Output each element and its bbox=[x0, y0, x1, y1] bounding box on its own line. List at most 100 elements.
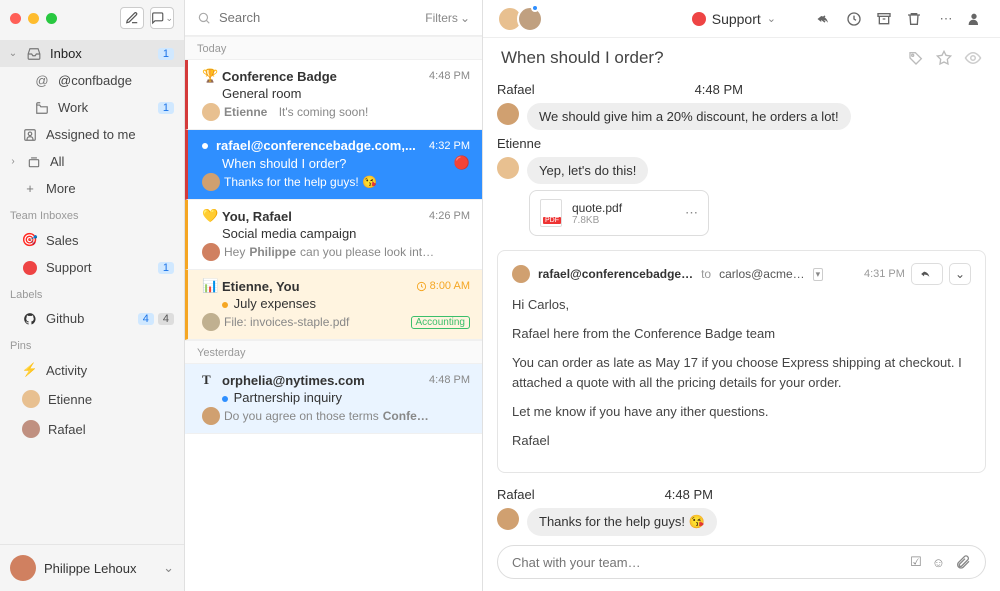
sidebar-item-etienne[interactable]: Etienne bbox=[0, 384, 184, 414]
conv-time: 4:26 PM bbox=[429, 210, 470, 222]
conv-preview: Etienne It's coming soon! bbox=[202, 103, 470, 121]
sidebar-item-work[interactable]: Work 1 bbox=[0, 94, 184, 121]
message: Rafael4:48 PM Thanks for the help guys! … bbox=[497, 487, 986, 536]
mention-icon: @ bbox=[34, 73, 50, 88]
assign-icon[interactable] bbox=[966, 11, 986, 27]
more-icon[interactable]: ⋯ bbox=[936, 11, 956, 27]
attach-icon[interactable] bbox=[955, 554, 971, 570]
avatar bbox=[202, 173, 220, 191]
conversation-item[interactable]: Torphelia@nytimes.com 4:48 PM Partnership… bbox=[185, 364, 482, 434]
expand-recipients-icon[interactable]: ▾ bbox=[813, 268, 824, 281]
sidebar-label: @confbadge bbox=[58, 73, 132, 88]
window-titlebar: ⌄ bbox=[0, 0, 184, 36]
conv-from: rafael@conferencebadge.com,... bbox=[216, 138, 423, 153]
zoom-dot[interactable] bbox=[46, 13, 57, 24]
msg-time: 4:48 PM bbox=[665, 487, 713, 502]
avatar bbox=[497, 103, 519, 125]
msg-author: Rafael bbox=[497, 82, 535, 97]
attach-name: quote.pdf bbox=[572, 201, 675, 215]
inbox-selector[interactable]: Support⌄ bbox=[692, 11, 776, 27]
watch-icon[interactable] bbox=[964, 49, 982, 67]
sidebar-item-all[interactable]: › All bbox=[0, 148, 184, 175]
reply-more-button[interactable]: ⌄ bbox=[949, 263, 971, 285]
attach-more-icon[interactable]: ⋯ bbox=[685, 205, 698, 221]
new-chat-button[interactable]: ⌄ bbox=[150, 7, 174, 29]
email-to-label: to bbox=[701, 267, 711, 281]
conversation-item[interactable]: 📊Etienne, You8:00 AM July expenses File:… bbox=[185, 270, 482, 340]
folder-icon bbox=[34, 101, 50, 115]
sidebar-item-rafael[interactable]: Rafael bbox=[0, 414, 184, 444]
sidebar-item-inbox[interactable]: ⌄ Inbox 1 bbox=[0, 40, 184, 67]
conversation-item[interactable]: 🏆Conference Badge4:48 PM General room Et… bbox=[185, 60, 482, 130]
conv-subject: July expenses bbox=[222, 296, 470, 311]
email-header: rafael@conferencebadge… to carlos@acme… … bbox=[512, 263, 971, 285]
archive-icon[interactable] bbox=[876, 11, 896, 27]
conv-subject: Partnership inquiry bbox=[222, 390, 470, 405]
bolt-icon: ⚡ bbox=[22, 362, 38, 378]
conversation-list: Filters ⌄ Today 🏆Conference Badge4:48 PM… bbox=[185, 0, 483, 591]
search-icon bbox=[197, 11, 211, 25]
reply-all-icon[interactable] bbox=[816, 10, 836, 28]
star-icon[interactable] bbox=[936, 50, 952, 66]
helmet-icon bbox=[692, 12, 706, 26]
plus-icon: + bbox=[22, 181, 38, 196]
filters-dropdown[interactable]: Filters ⌄ bbox=[425, 11, 470, 25]
minimize-dot[interactable] bbox=[28, 13, 39, 24]
msg-bubble: We should give him a 20% discount, he or… bbox=[527, 103, 851, 130]
compose-button[interactable] bbox=[120, 7, 144, 29]
current-user[interactable]: Philippe Lehoux ⌄ bbox=[0, 544, 184, 591]
sidebar: ⌄ ⌄ Inbox 1 @ @confbadge Work 1 Assigned… bbox=[0, 0, 185, 591]
pane-toolbar: Support⌄ ⋯ bbox=[483, 0, 1000, 38]
msg-bubble: Yep, let's do this! bbox=[527, 157, 648, 184]
reply-button[interactable] bbox=[911, 263, 943, 285]
search-bar[interactable]: Filters ⌄ bbox=[185, 0, 482, 36]
stack-icon bbox=[26, 155, 42, 169]
sidebar-item-activity[interactable]: ⚡ Activity bbox=[0, 356, 184, 384]
sidebar-item-sales[interactable]: 🎯 Sales bbox=[0, 226, 184, 254]
conv-time: 4:32 PM bbox=[429, 140, 470, 152]
window-controls[interactable] bbox=[10, 13, 57, 24]
chart-icon: 📊 bbox=[202, 278, 216, 294]
search-input[interactable] bbox=[219, 10, 417, 25]
composer-input[interactable] bbox=[512, 555, 900, 570]
conversation-item[interactable]: 💛You, Rafael4:26 PM Social media campaig… bbox=[185, 200, 482, 270]
close-dot[interactable] bbox=[10, 13, 21, 24]
sidebar-nav: ⌄ Inbox 1 @ @confbadge Work 1 Assigned t… bbox=[0, 36, 184, 544]
tag-icon[interactable] bbox=[908, 50, 924, 66]
sidebar-item-support[interactable]: Support 1 bbox=[0, 254, 184, 281]
sidebar-label: Etienne bbox=[48, 392, 92, 407]
avatar bbox=[202, 407, 220, 425]
sidebar-item-assigned[interactable]: Assigned to me bbox=[0, 121, 184, 148]
conv-preview: Hey Philippe can you please look int… bbox=[202, 243, 470, 261]
participants[interactable] bbox=[497, 6, 537, 32]
task-icon[interactable]: ☑ bbox=[910, 554, 922, 570]
attachment[interactable]: quote.pdf7.8KB ⋯ bbox=[529, 190, 709, 236]
attach-size: 7.8KB bbox=[572, 215, 675, 226]
trophy-icon: 🏆 bbox=[202, 68, 216, 84]
day-header-today: Today bbox=[185, 36, 482, 60]
conv-subject: Social media campaign bbox=[222, 226, 470, 241]
chevron-right-icon: › bbox=[8, 156, 18, 167]
sidebar-label: Rafael bbox=[48, 422, 86, 437]
sidebar-label: Support bbox=[46, 260, 92, 275]
msg-author: Rafael bbox=[497, 487, 535, 502]
conv-preview: Do you agree on those terms Confe… bbox=[202, 407, 470, 425]
sidebar-label: Activity bbox=[46, 363, 87, 378]
user-name: Philippe Lehoux bbox=[44, 561, 155, 576]
conv-time: 4:48 PM bbox=[429, 374, 470, 386]
inbox-badge: 1 bbox=[158, 48, 174, 60]
sidebar-item-more[interactable]: + More bbox=[0, 175, 184, 202]
trash-icon[interactable] bbox=[906, 11, 926, 27]
conversation-item-selected[interactable]: rafael@conferencebadge.com,...4:32 PM Wh… bbox=[185, 130, 482, 200]
conv-from: orphelia@nytimes.com bbox=[222, 373, 423, 388]
conv-time: 8:00 AM bbox=[416, 280, 470, 292]
section-pins: Pins bbox=[0, 332, 184, 356]
nyt-icon: T bbox=[202, 372, 216, 388]
msg-author: Etienne bbox=[497, 136, 541, 151]
sidebar-item-confbadge[interactable]: @ @confbadge bbox=[0, 67, 184, 94]
emoji-icon[interactable]: ☺ bbox=[932, 555, 945, 570]
section-team-inboxes: Team Inboxes bbox=[0, 202, 184, 226]
sidebar-item-github[interactable]: Github 44 bbox=[0, 305, 184, 332]
composer[interactable]: ☑ ☺ bbox=[497, 545, 986, 579]
snooze-icon[interactable] bbox=[846, 11, 866, 27]
